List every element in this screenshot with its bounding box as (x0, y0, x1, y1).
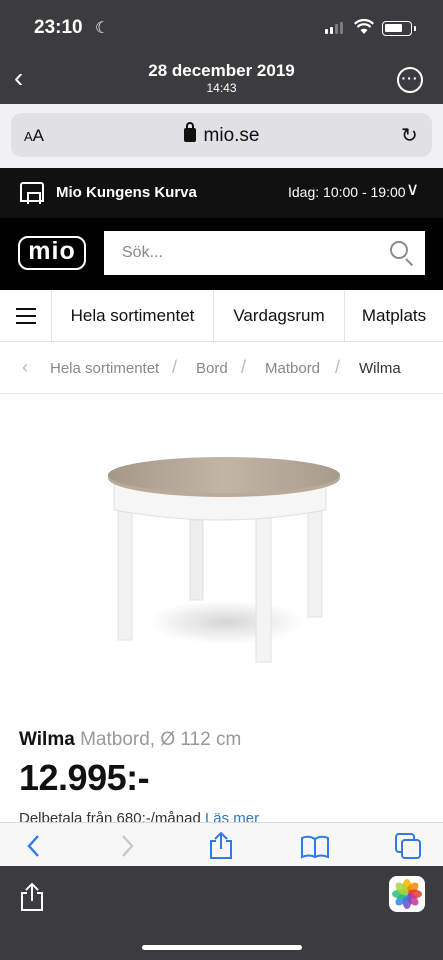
photos-app-icon[interactable] (389, 876, 425, 912)
search-icon[interactable] (390, 241, 408, 259)
product-name: Wilma (19, 729, 75, 750)
battery-icon (382, 21, 416, 36)
photo-time: 14:43 (206, 81, 237, 95)
browser-toolbar (0, 822, 443, 866)
status-time: 23:10 (34, 17, 83, 38)
store-bar[interactable]: Mio Kungens Kurva Idag: 10:00 - 19:00 ∨ (0, 168, 443, 218)
wifi-icon (354, 19, 374, 34)
mio-logo[interactable]: mio (18, 236, 86, 270)
back-icon[interactable] (26, 834, 42, 858)
breadcrumb-current: Wilma (359, 360, 401, 377)
chevron-down-icon[interactable]: ∨ (406, 179, 419, 200)
more-options-icon[interactable]: ··· (397, 67, 423, 93)
photo-date: 28 december 2019 (148, 61, 295, 80)
breadcrumb-item[interactable]: Matbord (265, 360, 320, 377)
address-domain[interactable]: mio.se (11, 122, 432, 147)
forward-icon[interactable] (119, 834, 135, 858)
lock-icon (183, 122, 196, 142)
bookmarks-icon[interactable] (300, 835, 330, 859)
domain-text: mio.se (203, 125, 260, 146)
moon-icon: ☾ (95, 20, 110, 37)
browser-address-area: AA mio.se ↻ (0, 104, 443, 168)
product-image[interactable] (96, 430, 352, 680)
product-subtitle: Matbord, Ø 112 cm (80, 729, 242, 750)
nav-item-matplats[interactable]: Matplats (345, 290, 443, 341)
category-nav: Hela sortimentet Vardagsrum Matplats (0, 290, 443, 342)
search-input[interactable] (104, 231, 374, 275)
reload-icon[interactable]: ↻ (401, 123, 418, 148)
site-header: mio (0, 218, 443, 290)
share-icon[interactable] (20, 882, 44, 912)
photo-viewer-footer (0, 866, 443, 960)
search-box[interactable] (104, 231, 425, 275)
breadcrumb-back-icon[interactable]: ‹ (22, 357, 28, 378)
nav-item-hela-sortimentet[interactable]: Hela sortimentet (52, 290, 214, 341)
breadcrumb-separator: / (335, 357, 341, 377)
breadcrumb-separator: / (172, 357, 178, 377)
address-bar[interactable]: AA mio.se ↻ (11, 113, 432, 157)
photo-viewer-header: ‹ 28 december 2019 14:43 ··· (0, 56, 443, 104)
tabs-icon[interactable] (394, 832, 422, 860)
nav-item-vardagsrum[interactable]: Vardagsrum (214, 290, 345, 341)
store-icon (20, 182, 44, 204)
home-indicator[interactable] (142, 945, 302, 950)
status-bar: 23:10 ☾ (0, 0, 443, 56)
store-name: Mio Kungens Kurva (56, 184, 197, 201)
breadcrumb: ‹ Hela sortimentet / Bord / Matbord / Wi… (0, 342, 443, 394)
hamburger-menu-icon[interactable] (0, 290, 52, 341)
product-title: Wilma Matbord, Ø 112 cm (19, 729, 241, 751)
signal-icon (325, 22, 343, 34)
store-hours: Idag: 10:00 - 19:00 (288, 184, 406, 200)
breadcrumb-item[interactable]: Hela sortimentet (50, 360, 159, 377)
product-price: 12.995:- (19, 757, 150, 798)
share-icon[interactable] (208, 831, 234, 859)
breadcrumb-item[interactable]: Bord (196, 360, 228, 377)
breadcrumb-separator: / (241, 357, 247, 377)
